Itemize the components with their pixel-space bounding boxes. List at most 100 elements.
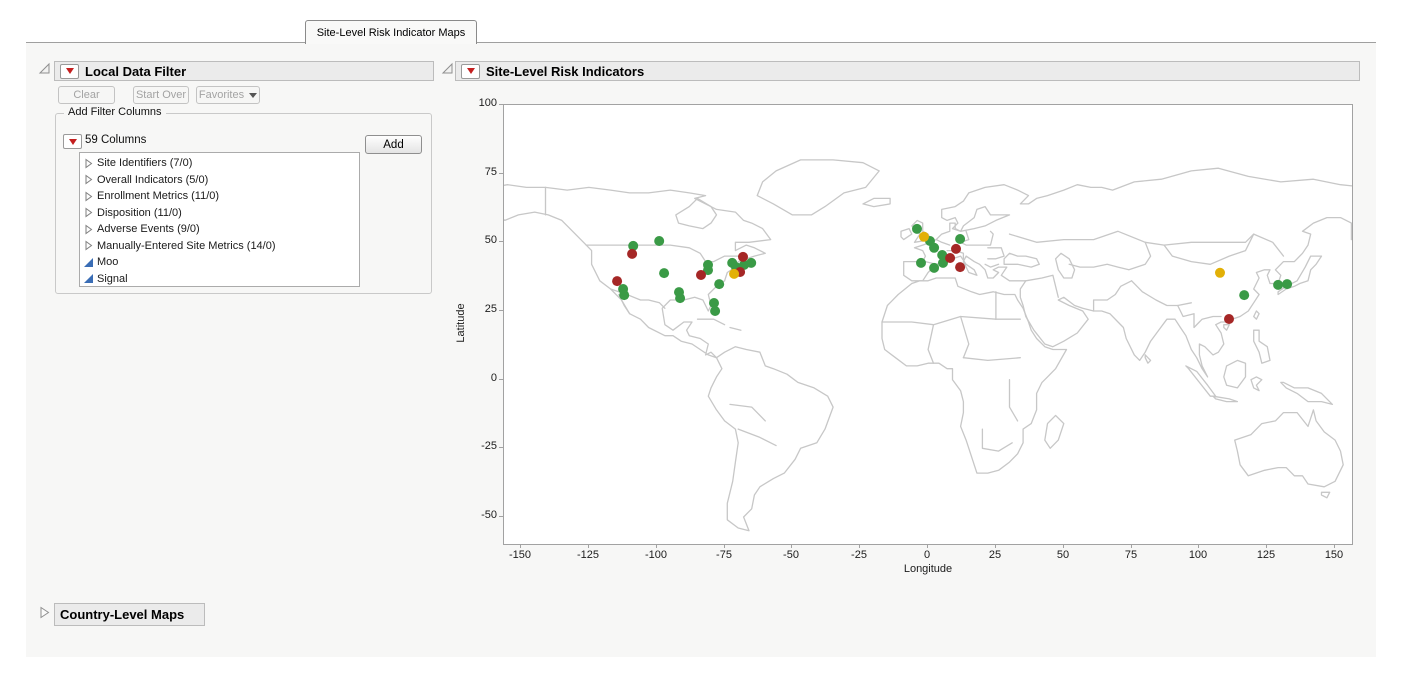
- site-marker-red-sites[interactable]: [945, 253, 955, 263]
- site-marker-red-sites[interactable]: [1224, 314, 1234, 324]
- map-outline-path: [738, 429, 776, 446]
- site-marker-green-sites[interactable]: [746, 258, 756, 268]
- continuous-column-icon: [83, 257, 94, 268]
- add-button[interactable]: Add: [365, 135, 422, 154]
- filter-list-item[interactable]: Site Identifiers (7/0): [80, 155, 359, 172]
- site-level-risk-indicators-title: Site-Level Risk Indicators: [486, 64, 644, 79]
- site-marker-green-sites[interactable]: [912, 224, 922, 234]
- expand-right-triangle-icon[interactable]: [83, 191, 94, 202]
- red-triangle-menu-icon[interactable]: [60, 64, 79, 79]
- filter-list-item[interactable]: Disposition (11/0): [80, 205, 359, 222]
- filter-list-item[interactable]: Adverse Events (9/0): [80, 221, 359, 238]
- map-outline-path: [730, 404, 765, 421]
- country-level-maps-title: Country-Level Maps: [60, 607, 184, 622]
- expand-right-triangle-icon[interactable]: [83, 158, 94, 169]
- favorites-dropdown-button[interactable]: Favorites: [196, 86, 260, 104]
- expand-right-triangle-icon[interactable]: [83, 174, 94, 185]
- site-marker-red-sites[interactable]: [951, 244, 961, 254]
- site-marker-red-sites[interactable]: [955, 262, 965, 272]
- map-outline-path: [1145, 355, 1150, 363]
- world-map-plot[interactable]: [503, 104, 1353, 545]
- disclosure-expanded-icon[interactable]: [441, 62, 454, 75]
- columns-summary: 59 Columns: [85, 134, 146, 146]
- site-marker-green-sites[interactable]: [955, 234, 965, 244]
- add-filter-columns-legend: Add Filter Columns: [64, 106, 166, 118]
- site-marker-green-sites[interactable]: [619, 290, 629, 300]
- map-outline-path: [1178, 306, 1221, 328]
- tab-label: Site-Level Risk Indicator Maps: [317, 27, 466, 39]
- site-marker-green-sites[interactable]: [659, 268, 669, 278]
- map-outline-path: [1010, 380, 1018, 421]
- site-marker-red-sites[interactable]: [738, 252, 748, 262]
- chevron-down-icon: [249, 93, 257, 98]
- site-marker-amber-sites[interactable]: [1215, 268, 1225, 278]
- map-outline-path: [1132, 281, 1192, 306]
- filter-list-item-label: Site Identifiers (7/0): [97, 157, 192, 169]
- site-marker-red-sites[interactable]: [627, 249, 637, 259]
- site-marker-red-sites[interactable]: [612, 276, 622, 286]
- map-outline-path: [586, 245, 738, 262]
- site-marker-green-sites[interactable]: [710, 306, 720, 316]
- expand-right-triangle-icon[interactable]: [83, 224, 94, 235]
- site-marker-amber-sites[interactable]: [919, 232, 929, 242]
- map-outline-path: [1045, 415, 1064, 448]
- filter-list-item[interactable]: Signal: [80, 271, 359, 288]
- filter-list-item[interactable]: Manually-Entered Site Metrics (14/0): [80, 238, 359, 255]
- map-outline-path: [961, 231, 994, 245]
- clear-button[interactable]: Clear: [58, 86, 115, 104]
- map-outline-path: [1069, 242, 1150, 269]
- site-marker-green-sites[interactable]: [714, 279, 724, 289]
- site-marker-amber-sites[interactable]: [729, 269, 739, 279]
- filter-columns-listbox[interactable]: Site Identifiers (7/0) Overall Indicators…: [79, 152, 360, 287]
- site-marker-green-sites[interactable]: [1239, 290, 1249, 300]
- filter-list-item-label: Disposition (11/0): [97, 207, 182, 219]
- app-window: Site-Level Risk Indicator Maps Local Dat…: [0, 0, 1415, 681]
- filter-list-item[interactable]: Overall Indicators (5/0): [80, 172, 359, 189]
- map-outline-path: [730, 328, 741, 331]
- map-outline-path: [1224, 325, 1230, 331]
- map-outline-path: [1254, 311, 1259, 319]
- filter-list-item[interactable]: Enrollment Metrics (11/0): [80, 188, 359, 205]
- map-outline-path: [1164, 234, 1254, 264]
- site-marker-green-sites[interactable]: [1282, 279, 1292, 289]
- filter-list-item-label: Adverse Events (9/0): [97, 223, 200, 235]
- map-outline-path: [1322, 492, 1330, 498]
- map-outline-path: [936, 240, 950, 246]
- map-outline-path: [676, 198, 717, 228]
- map-outline-path: [1251, 377, 1262, 391]
- start-over-button[interactable]: Start Over: [133, 86, 189, 104]
- site-marker-green-sites[interactable]: [929, 243, 939, 253]
- site-marker-green-sites[interactable]: [916, 258, 926, 268]
- filter-list-item-label: Manually-Entered Site Metrics (14/0): [97, 240, 276, 252]
- columns-red-triangle-menu-icon[interactable]: [63, 134, 82, 149]
- site-marker-green-sites[interactable]: [654, 236, 664, 246]
- expand-right-triangle-icon[interactable]: [83, 207, 94, 218]
- filter-list-item-label: Signal: [97, 273, 128, 285]
- map-outline-path: [982, 429, 1012, 451]
- map-outline-path: [698, 319, 725, 325]
- site-marker-green-sites[interactable]: [1273, 280, 1283, 290]
- map-outline-path: [1010, 231, 1284, 256]
- map-outline-path: [961, 317, 969, 358]
- country-level-maps-header[interactable]: Country-Level Maps: [54, 603, 205, 626]
- filter-list-item[interactable]: Moo: [80, 254, 359, 271]
- disclosure-collapsed-icon[interactable]: [38, 606, 51, 619]
- tab-site-level-risk-indicator-maps[interactable]: Site-Level Risk Indicator Maps: [305, 20, 477, 44]
- map-outline-path: [1213, 396, 1237, 401]
- site-marker-green-sites[interactable]: [929, 263, 939, 273]
- y-axis-title: Latitude: [455, 288, 469, 358]
- filter-list-item-label: Enrollment Metrics (11/0): [97, 190, 219, 202]
- map-outline-path: [963, 358, 1020, 361]
- site-marker-green-sites[interactable]: [675, 293, 685, 303]
- map-outline-path: [1224, 360, 1246, 388]
- red-triangle-menu-icon[interactable]: [461, 64, 480, 79]
- expand-right-triangle-icon[interactable]: [83, 240, 94, 251]
- map-outline-path: [1094, 281, 1132, 311]
- map-outline-path: [901, 229, 912, 240]
- map-outline-path: [882, 278, 1067, 473]
- world-map-svg: [504, 105, 1352, 544]
- map-outline-path: [1056, 253, 1075, 278]
- site-marker-red-sites[interactable]: [696, 270, 706, 280]
- disclosure-expanded-icon[interactable]: [38, 62, 51, 75]
- map-outline-path: [1186, 366, 1216, 396]
